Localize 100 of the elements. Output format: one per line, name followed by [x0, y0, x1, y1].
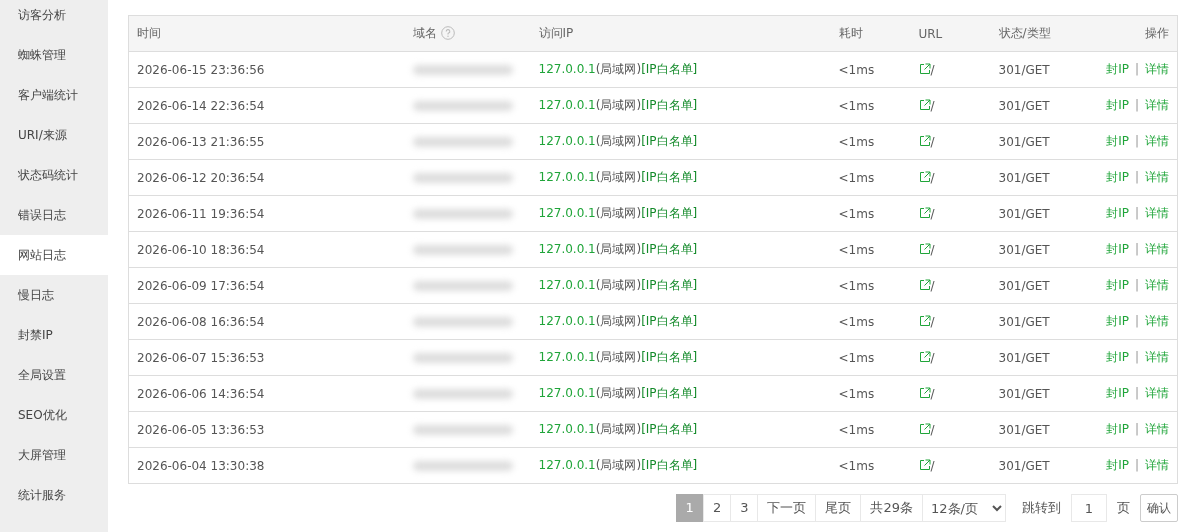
block-ip-link[interactable]: 封IP: [1106, 314, 1129, 328]
url-text: /: [930, 350, 935, 365]
details-link[interactable]: 详情: [1145, 422, 1169, 436]
block-ip-link[interactable]: 封IP: [1106, 98, 1129, 112]
external-link-icon[interactable]: [918, 134, 931, 147]
separator: |: [1134, 386, 1139, 400]
sidebar-item[interactable]: SEO优化: [0, 395, 108, 435]
column-header: 访问IP: [538, 26, 574, 40]
sidebar-item[interactable]: 统计服务: [0, 475, 108, 515]
details-link[interactable]: 详情: [1145, 98, 1169, 112]
details-link[interactable]: 详情: [1145, 386, 1169, 400]
whitelist-tag: [IP白名单]: [641, 278, 698, 292]
whitelist-tag: [IP白名单]: [641, 422, 698, 436]
block-ip-link[interactable]: 封IP: [1106, 458, 1129, 472]
page-button[interactable]: 1: [675, 494, 704, 522]
whitelist-tag: [IP白名单]: [641, 134, 698, 148]
details-link[interactable]: 详情: [1145, 170, 1169, 184]
time-cell: 2026-06-06 14:36:54: [137, 386, 265, 401]
duration-cell: <1ms: [838, 134, 875, 149]
separator: |: [1134, 62, 1139, 76]
confirm-button[interactable]: 确认: [1140, 494, 1178, 522]
column-header: 域名: [412, 26, 437, 40]
external-link-icon[interactable]: [918, 98, 931, 111]
details-link[interactable]: 详情: [1145, 314, 1169, 328]
separator: |: [1134, 458, 1139, 472]
external-link-icon[interactable]: [918, 278, 931, 291]
sidebar-item[interactable]: 状态码统计: [0, 155, 108, 195]
status-cell: 301/GET: [998, 278, 1050, 293]
sidebar-item[interactable]: 慢日志: [0, 275, 108, 315]
url-text: /: [930, 206, 935, 221]
sidebar-item[interactable]: 网站日志: [0, 235, 108, 275]
sidebar-item[interactable]: 客户端统计: [0, 75, 108, 115]
ip-location: (局域网): [595, 98, 642, 112]
block-ip-link[interactable]: 封IP: [1106, 386, 1129, 400]
details-link[interactable]: 详情: [1145, 62, 1169, 76]
url-text: /: [930, 62, 935, 77]
external-link-icon[interactable]: [918, 62, 931, 75]
total-count: 共29条: [860, 494, 923, 522]
whitelist-tag: [IP白名单]: [641, 170, 698, 184]
details-link[interactable]: 详情: [1145, 278, 1169, 292]
block-ip-link[interactable]: 封IP: [1106, 350, 1129, 364]
status-cell: 301/GET: [998, 242, 1050, 257]
status-cell: 301/GET: [998, 386, 1050, 401]
ip-location: (局域网): [595, 170, 642, 184]
block-ip-link[interactable]: 封IP: [1106, 134, 1129, 148]
help-icon[interactable]: [440, 26, 455, 40]
sidebar-item[interactable]: 大屏管理: [0, 435, 108, 475]
details-link[interactable]: 详情: [1145, 134, 1169, 148]
block-ip-link[interactable]: 封IP: [1106, 170, 1129, 184]
ip-address: 127.0.0.1: [538, 458, 596, 472]
ip-location: (局域网): [595, 62, 642, 76]
details-link[interactable]: 详情: [1145, 242, 1169, 256]
column-header: 耗时: [838, 26, 863, 40]
duration-cell: <1ms: [838, 350, 875, 365]
ip-address: 127.0.0.1: [538, 386, 596, 400]
external-link-icon[interactable]: [918, 242, 931, 255]
whitelist-tag: [IP白名单]: [641, 458, 698, 472]
time-cell: 2026-06-09 17:36:54: [137, 278, 265, 293]
block-ip-link[interactable]: 封IP: [1106, 62, 1129, 76]
external-link-icon[interactable]: [918, 386, 931, 399]
duration-cell: <1ms: [838, 62, 875, 77]
ip-location: (局域网): [595, 206, 642, 220]
next-page-button[interactable]: 下一页: [757, 494, 817, 522]
whitelist-tag: [IP白名单]: [641, 62, 698, 76]
whitelist-tag: [IP白名单]: [641, 314, 698, 328]
external-link-icon[interactable]: [918, 314, 931, 327]
page-input[interactable]: 1: [1071, 494, 1107, 522]
external-link-icon[interactable]: [918, 350, 931, 363]
details-link[interactable]: 详情: [1145, 350, 1169, 364]
block-ip-link[interactable]: 封IP: [1106, 278, 1129, 292]
duration-cell: <1ms: [838, 242, 875, 257]
time-cell: 2026-06-07 15:36:53: [137, 350, 265, 365]
block-ip-link[interactable]: 封IP: [1106, 242, 1129, 256]
url-text: /: [930, 98, 935, 113]
external-link-icon[interactable]: [918, 206, 931, 219]
external-link-icon[interactable]: [918, 170, 931, 183]
external-link-icon[interactable]: [918, 458, 931, 471]
page-button[interactable]: 3: [730, 494, 759, 522]
sidebar-item[interactable]: 蜘蛛管理: [0, 35, 108, 75]
sidebar-item[interactable]: 全局设置: [0, 355, 108, 395]
details-link[interactable]: 详情: [1145, 458, 1169, 472]
time-cell: 2026-06-05 13:36:53: [137, 422, 265, 437]
block-ip-link[interactable]: 封IP: [1106, 422, 1129, 436]
status-cell: 301/GET: [998, 62, 1050, 77]
sidebar-item[interactable]: 访客分析: [0, 0, 108, 35]
duration-cell: <1ms: [838, 206, 875, 221]
ip-location: (局域网): [595, 422, 642, 436]
duration-cell: <1ms: [838, 458, 875, 473]
block-ip-link[interactable]: 封IP: [1106, 206, 1129, 220]
ip-address: 127.0.0.1: [538, 98, 596, 112]
page-size-select[interactable]: 12条/页: [922, 494, 1006, 522]
ip-address: 127.0.0.1: [538, 278, 596, 292]
sidebar-item[interactable]: URI/来源: [0, 115, 108, 155]
last-page-button[interactable]: 尾页: [815, 494, 862, 522]
external-link-icon[interactable]: [918, 422, 931, 435]
status-cell: 301/GET: [998, 314, 1050, 329]
separator: |: [1134, 206, 1139, 220]
sidebar-item[interactable]: 错误日志: [0, 195, 108, 235]
sidebar-item[interactable]: 封禁IP: [0, 315, 108, 355]
details-link[interactable]: 详情: [1145, 206, 1169, 220]
